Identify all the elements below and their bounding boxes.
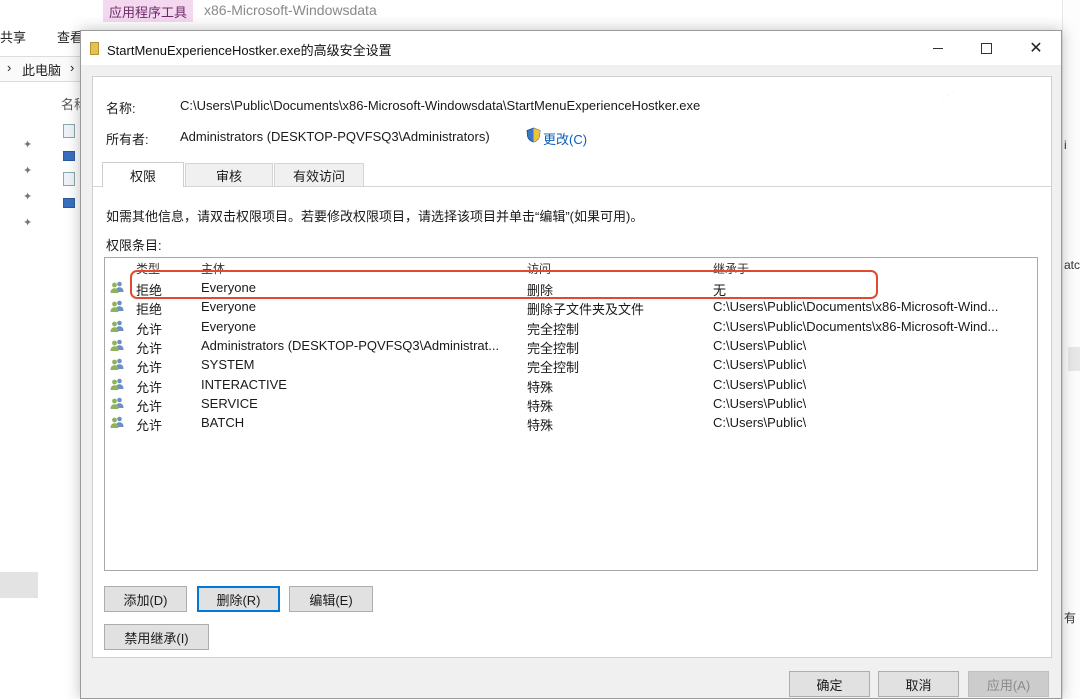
dialog-titlebar[interactable]: StartMenuExperienceHostker.exe的高级安全设置 ✕ bbox=[81, 31, 1061, 65]
uac-shield-icon bbox=[526, 127, 541, 143]
permission-access: 完全控制 bbox=[527, 340, 580, 356]
permission-row[interactable]: 允许 Everyone 完全控制 C:\Users\Public\Documents\… bbox=[105, 317, 1037, 337]
permission-inherited-from: C:\Users\Public\ bbox=[713, 337, 807, 353]
edit-button[interactable]: 编辑(E) bbox=[289, 586, 373, 612]
tab-divider bbox=[93, 186, 1051, 187]
background-text: 有 bbox=[1064, 611, 1077, 625]
users-icon bbox=[110, 416, 124, 429]
cancel-button[interactable]: 取消 bbox=[878, 671, 959, 697]
permission-row[interactable]: 拒绝 Everyone 删除子文件夹及文件 C:\Users\Public\Docum… bbox=[105, 297, 1037, 318]
permission-principal: INTERACTIVE bbox=[201, 376, 287, 392]
permission-row[interactable]: 允许 Administrators (DESKTOP-PQVFSQ3\Admini… bbox=[105, 336, 1037, 356]
background-button[interactable] bbox=[1068, 347, 1080, 371]
minimize-icon bbox=[933, 47, 943, 49]
address-chevron-icon: › bbox=[70, 60, 75, 75]
permission-principal: SERVICE bbox=[201, 395, 258, 411]
permission-access: 完全控制 bbox=[527, 321, 580, 337]
pin-icon: ✦ bbox=[23, 191, 33, 203]
tab-effective-access[interactable]: 有效访问 bbox=[274, 163, 364, 186]
permission-type: 允许 bbox=[136, 398, 163, 414]
disable-inheritance-button[interactable]: 禁用继承(I) bbox=[104, 624, 209, 650]
users-icon bbox=[110, 378, 124, 390]
permission-principal: BATCH bbox=[201, 415, 245, 431]
remove-button[interactable]: 删除(R) bbox=[197, 586, 280, 612]
close-icon: ✕ bbox=[1029, 40, 1043, 57]
permission-type: 允许 bbox=[136, 360, 163, 376]
permission-access: 完全控制 bbox=[527, 360, 580, 376]
minimize-button[interactable] bbox=[915, 31, 961, 65]
ok-button[interactable]: 确定 bbox=[789, 671, 870, 697]
annotation-highlight-box bbox=[130, 270, 878, 299]
permission-type: 拒绝 bbox=[136, 302, 163, 318]
permission-inherited-from: C:\Users\Public\ bbox=[713, 357, 807, 373]
permission-principal: Administrators (DESKTOP-PQVFSQ3\Administ… bbox=[201, 337, 500, 353]
owner-label: 所有者: bbox=[106, 132, 149, 147]
pin-icon: ✦ bbox=[23, 165, 33, 177]
permission-entries-list[interactable]: 类型 主体 访问 继承于 拒绝 Everyone 删除无拒绝 Everyone 删除子文… bbox=[104, 257, 1038, 571]
explorer-title: x86-Microsoft-Windowsdata bbox=[204, 2, 377, 18]
add-button[interactable]: 添加(D) bbox=[104, 586, 187, 612]
background-text: i bbox=[1064, 138, 1067, 152]
permission-type: 允许 bbox=[136, 418, 163, 434]
file-icon[interactable] bbox=[63, 198, 75, 208]
dialog-title: StartMenuExperienceHostker.exe的高级安全设置 bbox=[107, 43, 392, 58]
ribbon-tab-app-tools[interactable]: 应用程序工具 bbox=[103, 0, 193, 22]
permission-inherited-from: C:\Users\Public\Documents\x86-Microsoft-… bbox=[713, 318, 999, 334]
permission-access: 特殊 bbox=[527, 379, 554, 395]
file-icon[interactable] bbox=[63, 151, 75, 161]
advanced-security-dialog: StartMenuExperienceHostker.exe的高级安全设置 ✕ … bbox=[80, 30, 1062, 699]
maximize-button[interactable] bbox=[963, 31, 1009, 65]
pin-icon: ✦ bbox=[23, 139, 33, 151]
users-icon bbox=[110, 358, 124, 371]
permission-type: 允许 bbox=[136, 340, 163, 356]
users-icon bbox=[110, 281, 124, 293]
apply-button[interactable]: 应用(A) bbox=[968, 671, 1049, 697]
tab-permissions[interactable]: 权限 bbox=[102, 162, 184, 187]
sidebar-selected-item[interactable] bbox=[0, 572, 38, 598]
permission-type: 允许 bbox=[136, 321, 163, 337]
permission-inherited-from: C:\Users\Public\ bbox=[713, 395, 807, 411]
permission-inherited-from: C:\Users\Public\Documents\x86-Microsoft-… bbox=[713, 299, 999, 315]
permission-access: 删除子文件夹及文件 bbox=[527, 302, 645, 318]
dialog-content: 名称: C:\Users\Public\Documents\x86-Micros… bbox=[92, 76, 1052, 658]
change-owner-link[interactable]: 更改(C) bbox=[543, 129, 587, 148]
users-icon bbox=[110, 300, 124, 313]
permission-row[interactable]: 允许 SYSTEM 完全控制 C:\Users\Public\ bbox=[105, 355, 1037, 376]
permission-type: 允许 bbox=[136, 379, 163, 395]
permission-row[interactable]: 允许 BATCH 特殊 C:\Users\Public\ bbox=[105, 413, 1037, 434]
file-icon[interactable] bbox=[63, 172, 75, 186]
file-icon[interactable] bbox=[63, 124, 75, 138]
permission-entries-label: 权限条目: bbox=[106, 238, 162, 253]
maximize-icon bbox=[980, 42, 992, 54]
permission-principal: Everyone bbox=[201, 318, 256, 334]
permission-inherited-from: C:\Users\Public\ bbox=[713, 376, 807, 392]
permission-principal: SYSTEM bbox=[201, 357, 255, 373]
permission-principal: Everyone bbox=[201, 299, 256, 315]
background-text: atc bbox=[1064, 258, 1080, 272]
owner-value: Administrators (DESKTOP-PQVFSQ3\Administ… bbox=[180, 129, 490, 144]
permission-row[interactable]: 允许 SERVICE 特殊 C:\Users\Public\ bbox=[105, 394, 1037, 414]
file-icon bbox=[90, 42, 99, 55]
permission-inherited-from: C:\Users\Public\ bbox=[713, 415, 807, 431]
permission-access: 特殊 bbox=[527, 418, 554, 434]
name-label: 名称: bbox=[106, 101, 136, 116]
users-icon bbox=[110, 339, 124, 351]
permission-access: 特殊 bbox=[527, 398, 554, 414]
menu-share[interactable]: 共享 bbox=[0, 27, 26, 46]
name-value: C:\Users\Public\Documents\x86-Microsoft-… bbox=[180, 98, 701, 113]
users-icon bbox=[110, 397, 124, 409]
close-button[interactable]: ✕ bbox=[1013, 31, 1059, 65]
permission-row[interactable]: 允许 INTERACTIVE 特殊 C:\Users\Public\ bbox=[105, 375, 1037, 395]
address-chevron-icon: › bbox=[7, 60, 12, 75]
pin-icon: ✦ bbox=[23, 217, 33, 229]
info-text: 如需其他信息，请双击权限项目。若要修改权限项目，请选择该项目并单击“编辑”(如果… bbox=[106, 209, 644, 224]
tab-auditing[interactable]: 审核 bbox=[185, 163, 273, 186]
address-this-pc[interactable]: 此电脑 bbox=[22, 60, 61, 79]
users-icon bbox=[110, 320, 124, 332]
